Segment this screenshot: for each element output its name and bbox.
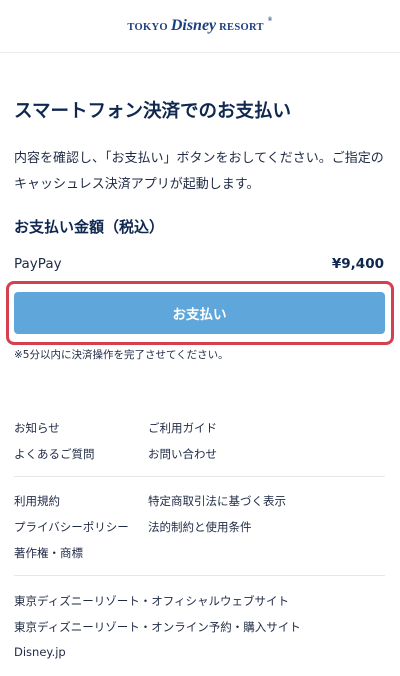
footer-link-online-booking[interactable]: 東京ディズニーリゾート・オンライン予約・購入サイト [14, 619, 301, 635]
payment-method-label: PayPay [14, 256, 62, 272]
footer-divider [14, 575, 385, 576]
footer-link-official-site[interactable]: 東京ディズニーリゾート・オフィシャルウェブサイト [14, 593, 289, 609]
footer-link-disney-jp[interactable]: Disney.jp [14, 645, 66, 659]
payment-summary-row: PayPay ¥9,400 [14, 256, 384, 272]
site-header: TOKYO Disney RESORT ® [0, 0, 400, 53]
footer-link-guide[interactable]: ご利用ガイド [148, 420, 217, 436]
footer-link-news[interactable]: お知らせ [14, 420, 60, 436]
page-title: スマートフォン決済でのお支払い [14, 101, 291, 122]
logo-text-resort: RESORT [219, 22, 264, 33]
footer-link-privacy[interactable]: プライバシーポリシー [14, 519, 129, 535]
logo-text-tokyo: TOKYO [127, 22, 168, 33]
logo-registered-mark: ® [267, 17, 273, 23]
footer-link-contact[interactable]: お問い合わせ [148, 446, 217, 462]
time-limit-note: ※5分以内に決済操作を完了させてください。 [14, 349, 229, 361]
footer-link-faq[interactable]: よくあるご質問 [14, 446, 95, 462]
footer-link-terms[interactable]: 利用規約 [14, 493, 60, 509]
pay-button[interactable]: お支払い [14, 292, 385, 334]
payment-page: TOKYO Disney RESORT ® スマートフォン決済でのお支払い 内容… [0, 0, 400, 676]
footer-link-legal[interactable]: 法的制約と使用条件 [148, 519, 252, 535]
payment-amount: ¥9,400 [331, 256, 384, 272]
footer-link-commercial-law[interactable]: 特定商取引法に基づく表示 [148, 493, 286, 509]
footer-divider [14, 476, 385, 477]
tokyo-disney-resort-logo[interactable]: TOKYO Disney RESORT ® [127, 17, 272, 35]
amount-heading: お支払い金額（税込） [14, 218, 165, 236]
logo-text-disney: Disney [170, 17, 217, 34]
instruction-text: 内容を確認し、「お支払い」ボタンをおしてください。ご指定のキャッシュレス決済アプ… [14, 151, 384, 192]
footer-link-copyright[interactable]: 著作権・商標 [14, 545, 83, 561]
